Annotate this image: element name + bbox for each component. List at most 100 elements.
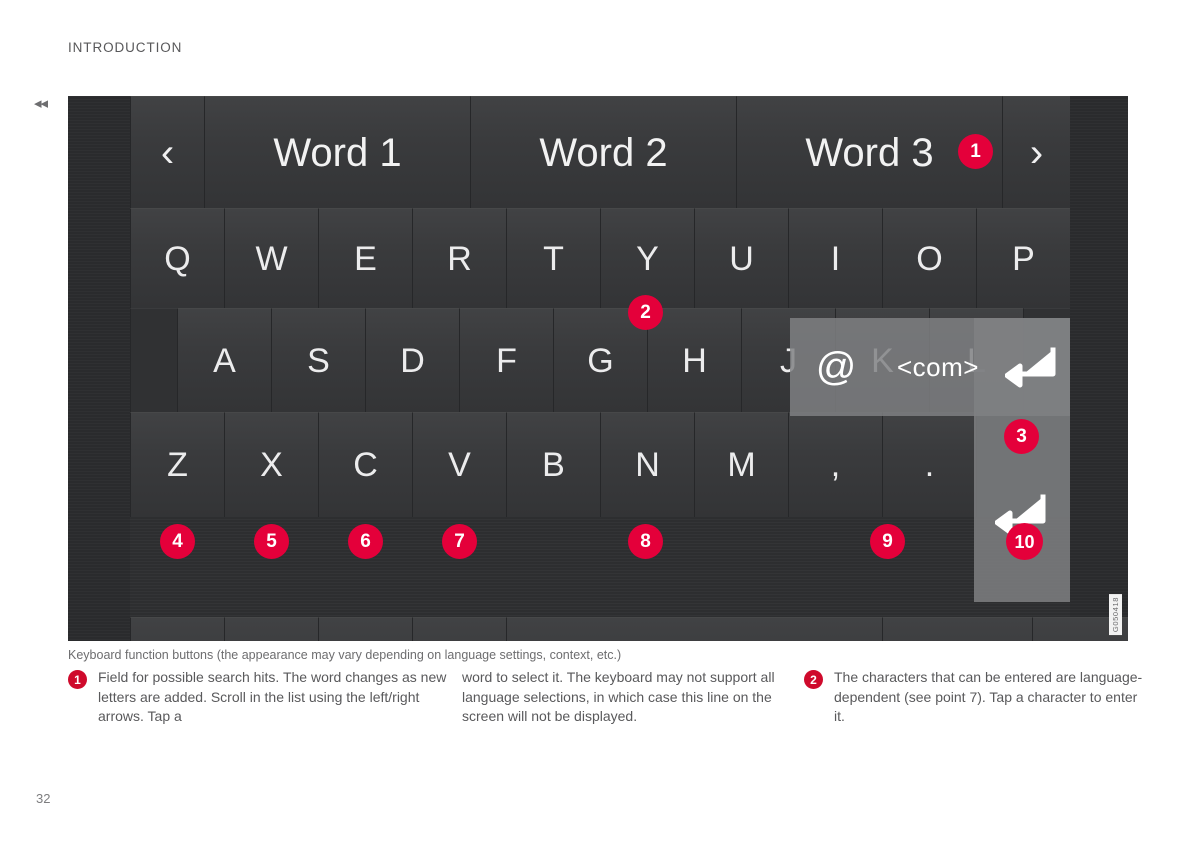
com-suffix-key[interactable]: <com> [882,352,994,383]
keyboard-row-1: Q W E R T Y U I O P [68,208,1128,308]
page-number: 32 [36,791,51,806]
key-o-label: O [916,239,943,278]
key-v[interactable]: V [412,412,506,517]
key-a[interactable]: A [177,308,271,412]
row2-left-pad [130,308,177,412]
key-g-label: G [587,341,614,380]
key-o[interactable]: O [882,208,976,308]
key-t[interactable]: T [506,208,600,308]
key-x-label: X [260,446,283,484]
key-y[interactable]: Y [600,208,694,308]
key-comma[interactable]: , [788,412,882,517]
key-n[interactable]: N [600,412,694,517]
key-d[interactable]: D [365,308,459,412]
key-e[interactable]: E [318,208,412,308]
figure-caption: Keyboard function buttons (the appearanc… [68,648,622,662]
callout-2: 2 [628,295,663,330]
key-v-label: V [448,446,471,484]
key-a-label: A [213,341,236,380]
space-button[interactable] [506,617,882,641]
key-h-label: H [682,341,707,380]
callout-3: 3 [1004,419,1039,454]
chevron-right-icon: › [1029,130,1044,175]
key-e-label: E [354,239,377,278]
keyboard-row-3: Z X C V B N M , . [68,412,1128,517]
callout-6: 6 [348,524,383,559]
previous-section-marker[interactable]: ◂◂ [34,96,48,111]
key-s[interactable]: S [271,308,365,412]
key-p[interactable]: P [976,208,1070,308]
key-y-label: Y [636,239,659,278]
shift-button[interactable] [224,617,318,641]
key-i-label: I [830,239,841,278]
key-f[interactable]: F [459,308,553,412]
key-c[interactable]: C [318,412,412,517]
key-z[interactable]: Z [130,412,224,517]
callout-1: 1 [958,134,993,169]
key-f-label: F [496,341,517,380]
key-d-label: D [400,341,425,380]
key-w[interactable]: W [224,208,318,308]
keyboard-function-row: 123 UK [68,617,1128,641]
key-m[interactable]: M [694,412,788,517]
special-characters-popup: @ <com> [790,318,1070,416]
manual-page: INTRODUCTION ◂◂ ‹ Word 1 Word 2 Word 3 › [0,0,1200,845]
key-h[interactable]: H [647,308,741,412]
legend-number-1: 1 [68,670,87,689]
legend-column-2: word to select it. The keyboard may not … [462,668,792,727]
key-t-label: T [543,239,564,278]
key-u[interactable]: U [694,208,788,308]
key-r-label: R [447,239,472,278]
callout-4: 4 [160,524,195,559]
callout-7: 7 [442,524,477,559]
suggestion-word-1[interactable]: Word 1 [204,96,470,208]
key-i[interactable]: I [788,208,882,308]
legend-text-1-continued: word to select it. The keyboard may not … [462,669,775,724]
key-q-label: Q [164,239,191,278]
callout-8: 8 [628,524,663,559]
backspace-button[interactable] [882,617,1032,641]
hide-keyboard-button[interactable] [130,617,224,641]
callout-5: 5 [254,524,289,559]
language-button[interactable]: UK [412,617,506,641]
key-r[interactable]: R [412,208,506,308]
chevron-left-icon: ‹ [160,130,175,175]
image-watermark: G050418 [1109,593,1122,635]
key-u-label: U [729,239,754,278]
legend-column-3: 2 The characters that can be entered are… [804,668,1144,727]
com-suffix-label: <com> [897,351,979,382]
legend-column-1: 1 Field for possible search hits. The wo… [68,668,458,727]
legend-item-2: 2 The characters that can be entered are… [804,668,1144,727]
popup-enter-key[interactable] [994,346,1070,388]
key-c-label: C [353,446,378,484]
key-q[interactable]: Q [130,208,224,308]
legend-text-1: Field for possible search hits. The word… [98,669,447,724]
suggestion-word-1-label: Word 1 [273,130,402,175]
key-z-label: Z [167,446,188,484]
key-period-label: . [924,446,935,484]
enter-return-icon [1005,346,1059,388]
suggestion-prev-button[interactable]: ‹ [130,96,204,208]
key-b-label: B [542,446,565,484]
keyboard-panel: ‹ Word 1 Word 2 Word 3 › Q W E R T Y U I [68,96,1128,641]
legend-number-2: 2 [804,670,823,689]
suggestion-word-2-label: Word 2 [539,130,668,175]
key-b[interactable]: B [506,412,600,517]
legend-text-2: The characters that can be entered are l… [834,669,1143,724]
numbers-button[interactable]: 123 [318,617,412,641]
callout-9: 9 [870,524,905,559]
key-period[interactable]: . [882,412,976,517]
suggestion-next-button[interactable]: › [1002,96,1070,208]
at-symbol-label: @ [815,344,857,389]
key-p-label: P [1012,239,1035,278]
suggestion-word-2[interactable]: Word 2 [470,96,736,208]
at-symbol-key[interactable]: @ [790,345,882,390]
key-w-label: W [255,239,288,278]
callout-10: 10 [1006,523,1043,560]
suggestion-word-3-label: Word 3 [805,130,934,175]
legend-item-1: 1 Field for possible search hits. The wo… [68,668,458,727]
page-title: INTRODUCTION [68,40,183,55]
key-x[interactable]: X [224,412,318,517]
key-n-label: N [635,446,660,484]
key-m-label: M [727,446,756,484]
